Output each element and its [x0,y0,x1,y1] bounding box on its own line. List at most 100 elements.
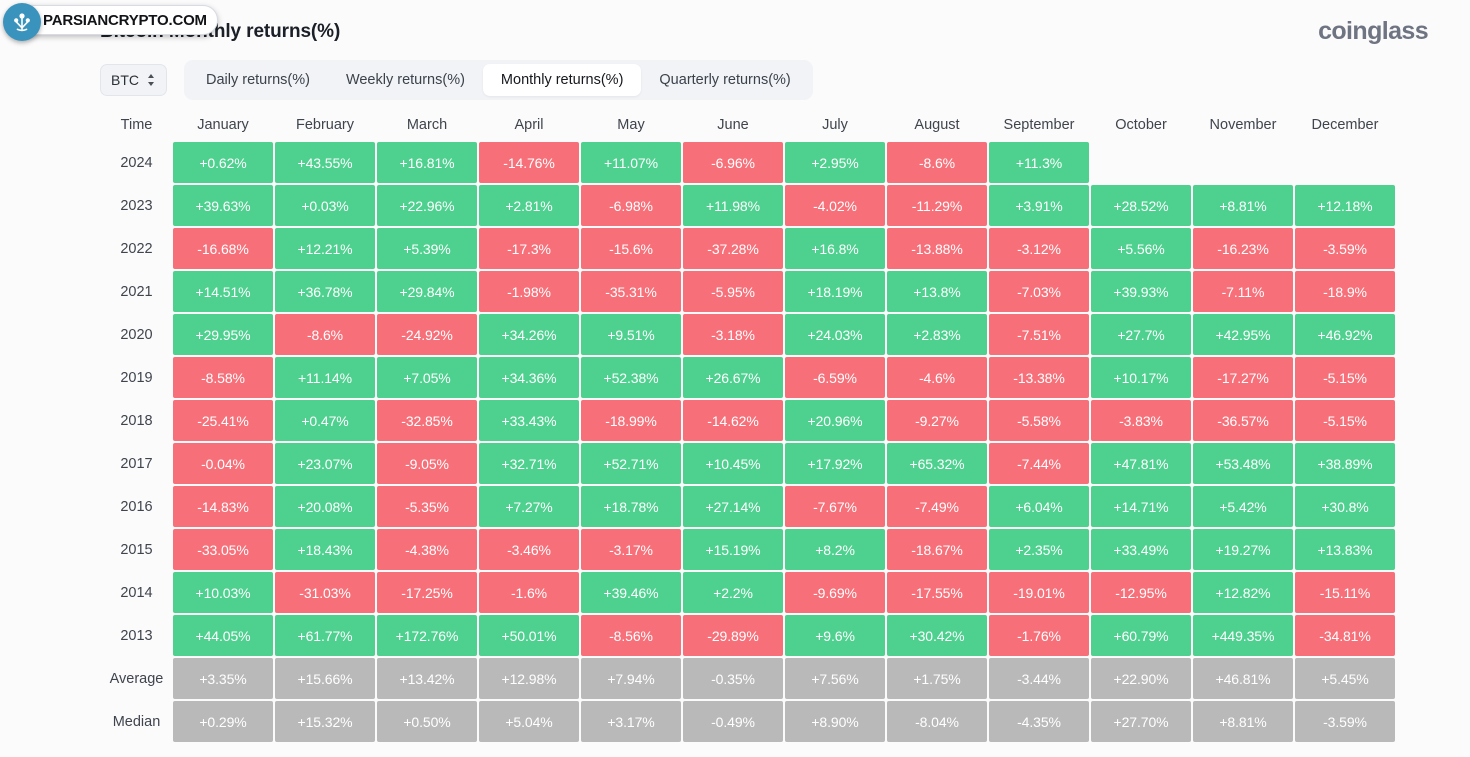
return-cell[interactable]: +23.07% [275,443,375,484]
return-cell[interactable]: +13.8% [887,271,987,312]
return-cell[interactable]: -12.95% [1091,572,1191,613]
return-cell[interactable]: +19.27% [1193,529,1293,570]
return-cell[interactable]: +17.92% [785,443,885,484]
return-cell[interactable]: +34.26% [479,314,579,355]
return-cell[interactable]: +24.03% [785,314,885,355]
return-cell[interactable]: +11.07% [581,142,681,183]
return-cell[interactable]: -33.05% [173,529,273,570]
return-cell[interactable]: -3.59% [1295,228,1395,269]
return-cell[interactable]: -16.68% [173,228,273,269]
return-cell[interactable]: -15.11% [1295,572,1395,613]
tab-daily-returns[interactable]: Daily returns(%) [188,64,328,96]
return-cell[interactable]: -3.17% [581,529,681,570]
return-cell[interactable]: +8.2% [785,529,885,570]
return-cell[interactable]: -9.27% [887,400,987,441]
return-cell[interactable]: +2.83% [887,314,987,355]
return-cell[interactable]: +22.96% [377,185,477,226]
return-cell[interactable]: -0.04% [173,443,273,484]
return-cell[interactable]: +12.21% [275,228,375,269]
return-cell[interactable]: +65.32% [887,443,987,484]
return-cell[interactable]: +16.8% [785,228,885,269]
return-cell[interactable]: -5.35% [377,486,477,527]
coin-selector[interactable]: BTC [100,64,167,96]
return-cell[interactable]: -17.55% [887,572,987,613]
return-cell[interactable]: +50.01% [479,615,579,656]
return-cell[interactable]: +5.42% [1193,486,1293,527]
tab-quarterly-returns[interactable]: Quarterly returns(%) [641,64,808,96]
return-cell[interactable]: +18.78% [581,486,681,527]
return-cell[interactable]: -29.89% [683,615,783,656]
return-cell[interactable]: +15.19% [683,529,783,570]
return-cell[interactable]: +52.71% [581,443,681,484]
return-cell[interactable]: +32.71% [479,443,579,484]
return-cell[interactable]: +38.89% [1295,443,1395,484]
return-cell[interactable]: -8.56% [581,615,681,656]
return-cell[interactable]: +11.98% [683,185,783,226]
return-cell[interactable]: -24.92% [377,314,477,355]
return-cell[interactable]: +46.81% [1193,658,1293,699]
return-cell[interactable]: +2.95% [785,142,885,183]
return-cell[interactable]: -0.35% [683,658,783,699]
return-cell[interactable]: -5.15% [1295,400,1395,441]
return-cell[interactable]: +46.92% [1295,314,1395,355]
return-cell[interactable]: -8.6% [887,142,987,183]
return-cell[interactable]: -35.31% [581,271,681,312]
return-cell[interactable]: +6.04% [989,486,1089,527]
return-cell[interactable]: -6.96% [683,142,783,183]
return-cell[interactable]: -1.98% [479,271,579,312]
return-cell[interactable]: -7.67% [785,486,885,527]
return-cell[interactable]: -25.41% [173,400,273,441]
return-cell[interactable]: +22.90% [1091,658,1191,699]
return-cell[interactable]: +7.94% [581,658,681,699]
return-cell[interactable]: +0.29% [173,701,273,742]
return-cell[interactable]: +26.67% [683,357,783,398]
return-cell[interactable]: +2.81% [479,185,579,226]
return-cell[interactable]: -5.95% [683,271,783,312]
return-cell[interactable]: -13.88% [887,228,987,269]
return-cell[interactable]: -9.69% [785,572,885,613]
return-cell[interactable]: +13.42% [377,658,477,699]
return-cell[interactable]: +60.79% [1091,615,1191,656]
tab-monthly-returns[interactable]: Monthly returns(%) [482,64,642,96]
return-cell[interactable]: +28.52% [1091,185,1191,226]
return-cell[interactable]: -3.59% [1295,701,1395,742]
return-cell[interactable]: +16.81% [377,142,477,183]
return-cell[interactable]: +30.42% [887,615,987,656]
return-cell[interactable]: +47.81% [1091,443,1191,484]
return-cell[interactable]: +11.14% [275,357,375,398]
return-cell[interactable]: -34.81% [1295,615,1395,656]
return-cell[interactable]: +14.71% [1091,486,1191,527]
return-cell[interactable]: +9.51% [581,314,681,355]
return-cell[interactable]: +7.56% [785,658,885,699]
return-cell[interactable]: +0.62% [173,142,273,183]
return-cell[interactable]: +12.98% [479,658,579,699]
return-cell[interactable]: +5.45% [1295,658,1395,699]
return-cell[interactable]: +9.6% [785,615,885,656]
return-cell[interactable]: -7.44% [989,443,1089,484]
return-cell[interactable]: -15.6% [581,228,681,269]
return-cell[interactable]: -4.6% [887,357,987,398]
return-cell[interactable]: +29.95% [173,314,273,355]
return-cell[interactable]: -5.15% [1295,357,1395,398]
return-cell[interactable]: +18.43% [275,529,375,570]
return-cell[interactable]: -17.25% [377,572,477,613]
return-cell[interactable]: +10.45% [683,443,783,484]
return-cell[interactable]: +33.49% [1091,529,1191,570]
return-cell[interactable]: +12.82% [1193,572,1293,613]
return-cell[interactable]: -5.58% [989,400,1089,441]
return-cell[interactable]: -14.62% [683,400,783,441]
return-cell[interactable]: -7.11% [1193,271,1293,312]
return-cell[interactable]: +44.05% [173,615,273,656]
return-cell[interactable]: +53.48% [1193,443,1293,484]
return-cell[interactable]: +11.3% [989,142,1089,183]
return-cell[interactable]: +7.27% [479,486,579,527]
return-cell[interactable]: +39.63% [173,185,273,226]
return-cell[interactable]: -14.83% [173,486,273,527]
return-cell[interactable]: -32.85% [377,400,477,441]
return-cell[interactable]: -3.83% [1091,400,1191,441]
return-cell[interactable]: +43.55% [275,142,375,183]
return-cell[interactable]: -1.76% [989,615,1089,656]
return-cell[interactable]: +0.50% [377,701,477,742]
return-cell[interactable]: +33.43% [479,400,579,441]
return-cell[interactable]: -8.6% [275,314,375,355]
